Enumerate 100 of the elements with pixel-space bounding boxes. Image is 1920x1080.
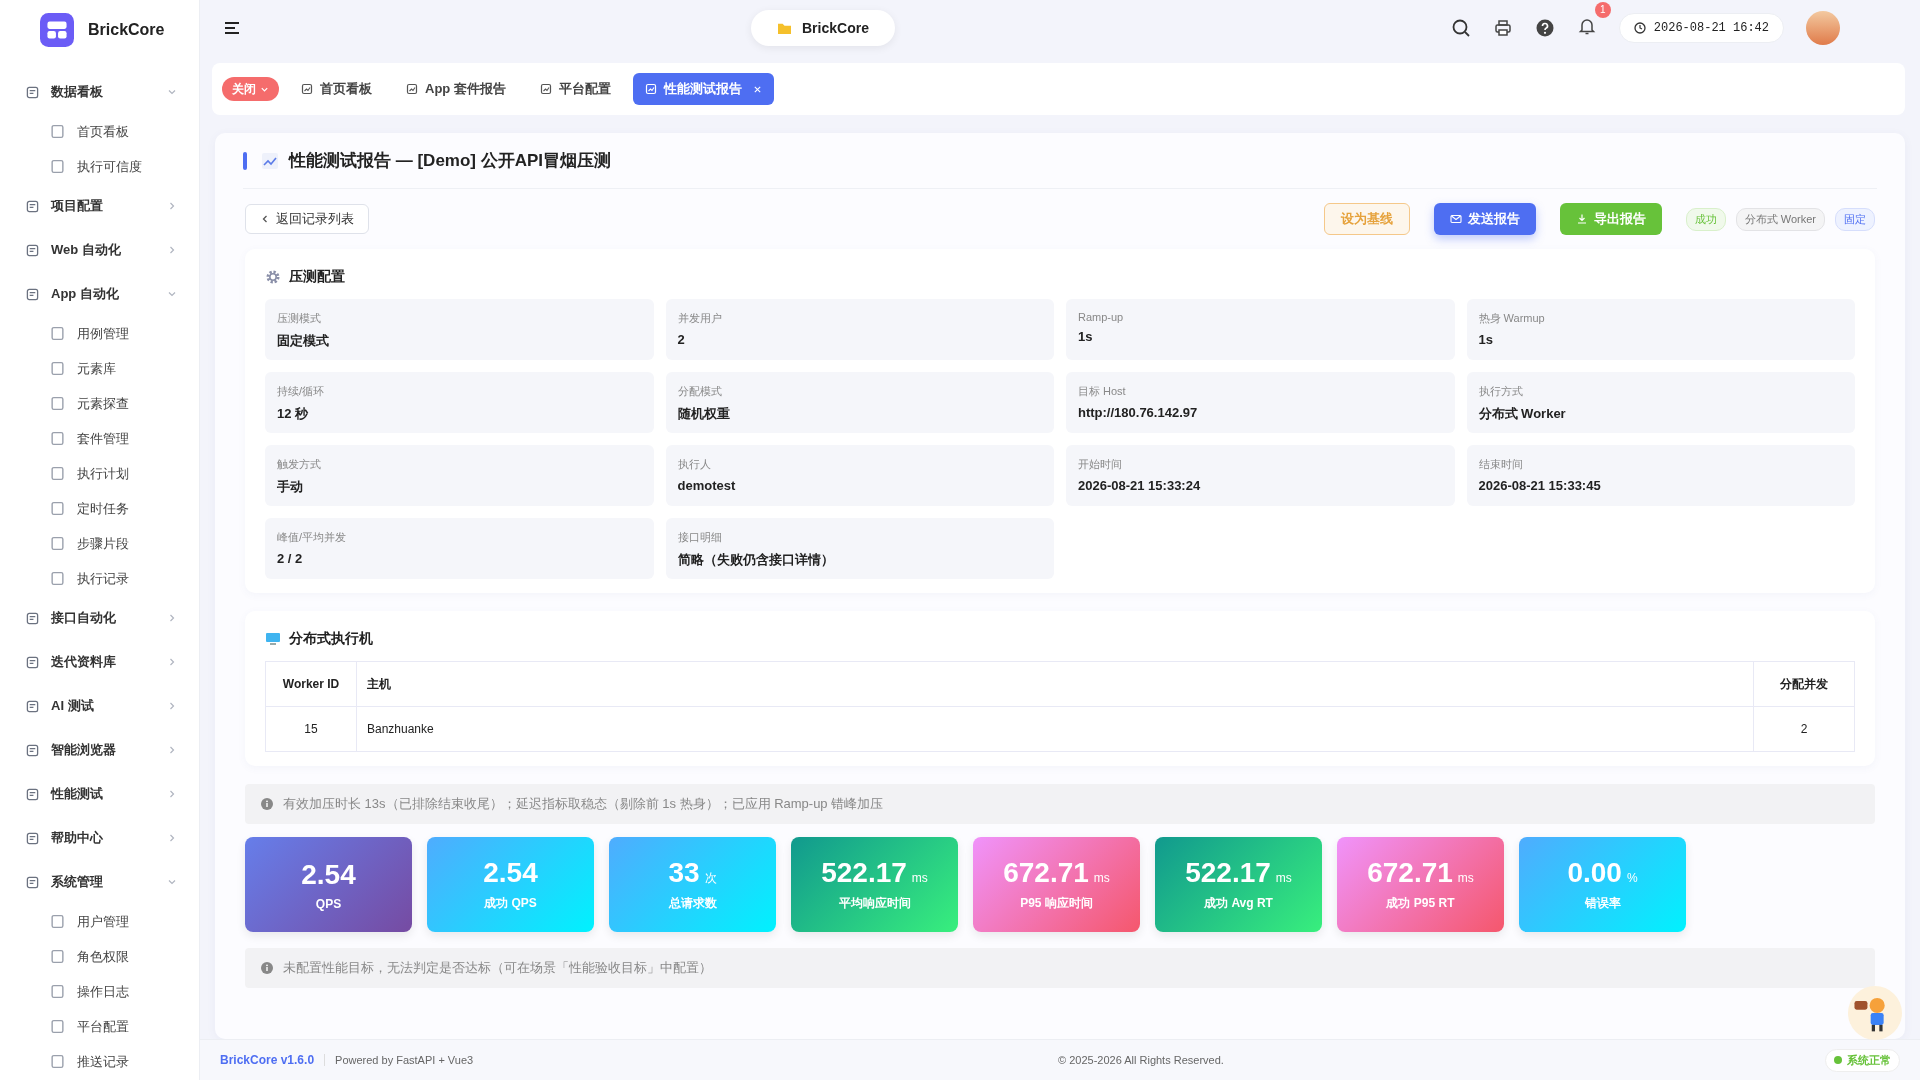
datetime-display: 2026-08-21 16:42 <box>1618 12 1784 43</box>
field-label: Ramp-up <box>1078 311 1125 323</box>
menu-icon[interactable] <box>224 20 240 35</box>
search-icon[interactable] <box>1450 17 1471 38</box>
section-title: 压测配置 <box>289 268 345 286</box>
metric-label: 错误率 <box>1584 895 1621 912</box>
field-label: 触发方式 <box>277 457 322 472</box>
close-icon[interactable] <box>752 84 762 94</box>
project-selector[interactable]: BrickCore <box>751 10 895 46</box>
monitor-icon <box>265 631 281 647</box>
square-icon <box>50 431 65 446</box>
sidebar-item[interactable]: 推送记录 <box>0 1044 199 1079</box>
column-header: 主机 <box>356 661 1754 707</box>
sidebar-item[interactable]: 套件管理 <box>0 421 199 456</box>
metric-label: P95 响应时间 <box>1020 895 1093 912</box>
sidebar-group[interactable]: 数据看板 <box>0 70 199 114</box>
sidebar-item[interactable]: 平台配置 <box>0 1009 199 1044</box>
square-icon <box>26 875 39 889</box>
field-label: 压测模式 <box>277 311 322 326</box>
printer-icon[interactable] <box>1492 17 1513 38</box>
page-tab[interactable]: 性能测试报告 <box>632 73 774 105</box>
square-icon <box>26 287 39 301</box>
sidebar-item[interactable]: 元素库 <box>0 351 199 386</box>
metric-unit: 次 <box>704 870 717 887</box>
notification-badge: 1 <box>1594 1 1611 18</box>
field-label: 目标 Host <box>1078 384 1127 399</box>
back-button[interactable]: 返回记录列表 <box>245 204 369 234</box>
clock-icon <box>1633 21 1646 34</box>
user-avatar[interactable] <box>1806 10 1840 45</box>
info-icon <box>261 798 273 810</box>
sidebar-group[interactable]: 性能测试 <box>0 772 199 816</box>
sidebar-group[interactable]: 智能浏览器 <box>0 728 199 772</box>
field-value: 2026-08-21 15:33:45 <box>1478 478 1602 493</box>
square-icon <box>50 571 65 586</box>
help-icon[interactable] <box>1534 17 1555 38</box>
column-header: Worker ID <box>265 661 357 707</box>
metric-label: 平均响应时间 <box>838 895 911 912</box>
metric-label: 成功 P95 RT <box>1386 895 1455 912</box>
field-label: 执行方式 <box>1478 384 1524 399</box>
notice-text: 有效加压时长 13s（已排除结束收尾）；延迟指标取稳态（剔除前 1s 热身）；已应用 Ramp-up 错峰加压 <box>283 795 884 813</box>
sidebar-item[interactable]: 用例管理 <box>0 316 199 351</box>
square-icon <box>50 361 65 376</box>
field-value: demotest <box>677 478 737 493</box>
chevron-icon <box>260 214 270 224</box>
folder-icon <box>777 21 792 35</box>
sidebar-group[interactable]: 项目配置 <box>0 184 199 228</box>
field-value: 分布式 Worker <box>1478 405 1567 423</box>
field-label: 峰值/平均并发 <box>277 530 348 545</box>
table-cell: 2 <box>1753 706 1855 752</box>
app-name: BrickCore <box>88 21 165 39</box>
sidebar-group[interactable]: Web 自动化 <box>0 228 199 272</box>
square-icon <box>50 159 65 174</box>
sidebar-item[interactable]: 执行计划 <box>0 456 199 491</box>
sidebar-item[interactable]: 执行可信度 <box>0 149 199 184</box>
square-icon <box>26 243 39 257</box>
field-value: http://180.76.142.97 <box>1078 405 1199 420</box>
status-tag: 分布式 Worker <box>1735 207 1825 231</box>
column-header: 分配并发 <box>1753 661 1855 707</box>
download-icon <box>1575 213 1588 225</box>
field-value: 2 / 2 <box>277 551 304 566</box>
metric-unit: ms <box>1093 871 1110 885</box>
metric-label: 总请求数 <box>668 895 717 912</box>
sidebar-item[interactable]: 操作日志 <box>0 974 199 1009</box>
sidebar-group[interactable]: 系统管理 <box>0 860 199 904</box>
page-tab[interactable]: 首页看板 <box>289 73 384 105</box>
sidebar-group[interactable]: App 自动化 <box>0 272 199 316</box>
sidebar-item[interactable]: 角色权限 <box>0 939 199 974</box>
version-link[interactable]: BrickCore v1.6.0 <box>220 1053 315 1067</box>
field-value: 1s <box>1078 329 1094 344</box>
action-button[interactable]: 发送报告 <box>1433 203 1536 235</box>
square-icon <box>50 949 65 964</box>
sidebar-item[interactable]: 元素探查 <box>0 386 199 421</box>
field-value: 手动 <box>277 478 304 496</box>
sidebar-item[interactable]: 首页看板 <box>0 114 199 149</box>
square-icon <box>50 396 65 411</box>
sidebar-item[interactable]: 步骤片段 <box>0 526 199 561</box>
sidebar-item[interactable]: 定时任务 <box>0 491 199 526</box>
notice-text: 未配置性能目标，无法判定是否达标（可在场景「性能验收目标」中配置） <box>283 959 712 977</box>
square-icon <box>50 536 65 551</box>
page-tab[interactable]: 平台配置 <box>527 73 623 105</box>
metric-unit: % <box>1626 871 1638 885</box>
info-icon <box>261 962 273 974</box>
metric-unit: ms <box>911 871 928 885</box>
metric-value: 0.00 <box>1567 857 1622 889</box>
metric-unit: ms <box>1457 871 1474 885</box>
square-icon <box>26 787 39 801</box>
sidebar-group[interactable]: 迭代资料库 <box>0 640 199 684</box>
square-icon <box>50 501 65 516</box>
page-tab[interactable]: App 套件报告 <box>394 73 518 105</box>
metric-value: 2.54 <box>301 858 356 891</box>
mascot-drawing[interactable] <box>1848 986 1902 1040</box>
metric-label: QPS <box>315 896 342 911</box>
metric-value: 522.17 <box>1185 857 1271 889</box>
square-icon <box>26 655 39 669</box>
sidebar-item[interactable]: 用户管理 <box>0 904 199 939</box>
sidebar-item[interactable]: 执行记录 <box>0 561 199 596</box>
metric-unit: ms <box>1275 871 1292 885</box>
sidebar-group[interactable]: 接口自动化 <box>0 596 199 640</box>
sidebar-group[interactable]: AI 测试 <box>0 684 199 728</box>
sidebar-group[interactable]: 帮助中心 <box>0 816 199 860</box>
